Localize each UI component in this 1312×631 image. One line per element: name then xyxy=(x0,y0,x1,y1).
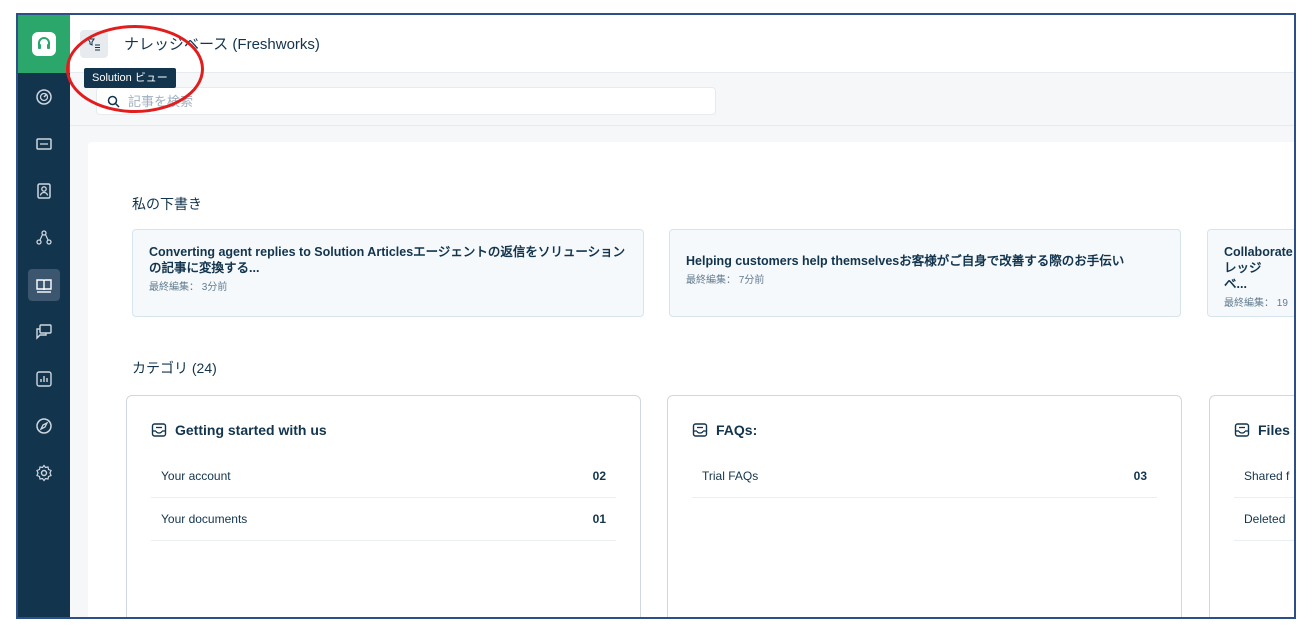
gauge-icon xyxy=(36,88,52,105)
category-title: Files xyxy=(1258,422,1290,438)
category-card[interactable]: FAQs: Trial FAQs 03 xyxy=(667,395,1182,617)
sidebar-item-groups[interactable] xyxy=(18,214,70,261)
drafts-section-title: 私の下書き xyxy=(132,196,202,212)
folder-article-count: 02 xyxy=(592,469,606,483)
draft-title[interactable]: Converting agent replies to Solution Art… xyxy=(149,244,627,276)
sidebar-item-admin[interactable] xyxy=(18,449,70,496)
folder-row[interactable]: Shared f xyxy=(1234,455,1294,498)
archive-box-icon xyxy=(151,423,167,437)
folder-row[interactable]: Trial FAQs 03 xyxy=(692,455,1157,498)
freshdesk-logo[interactable] xyxy=(18,15,70,73)
category-header[interactable]: Files xyxy=(1234,422,1290,438)
draft-card[interactable]: Collaborate レッジベ... 最終編集： 19 xyxy=(1207,229,1294,317)
sidebar-item-forums[interactable] xyxy=(18,308,70,355)
contact-icon xyxy=(37,182,51,199)
sidebar xyxy=(18,15,70,617)
sidebar-item-tickets[interactable] xyxy=(18,120,70,167)
folder-name: Deleted xyxy=(1244,512,1286,526)
chat-icon xyxy=(36,323,52,340)
search-bar-area xyxy=(70,74,1294,126)
folder-name: Your account xyxy=(161,469,231,483)
folder-row[interactable]: Your account 02 xyxy=(151,455,616,498)
sidebar-item-explore[interactable] xyxy=(18,402,70,449)
ticket-icon xyxy=(36,137,52,150)
sidebar-item-reports[interactable] xyxy=(18,355,70,402)
compass-icon xyxy=(36,417,52,434)
sidebar-item-dashboard[interactable] xyxy=(18,73,70,120)
category-card[interactable]: Getting started with us Your account 02 … xyxy=(126,395,641,617)
folder-article-count: 01 xyxy=(592,512,606,526)
search-icon xyxy=(107,95,120,108)
draft-meta: 最終編集： 7分前 xyxy=(686,275,765,286)
category-title: Getting started with us xyxy=(175,422,327,438)
folder-row[interactable]: Deleted xyxy=(1234,498,1294,541)
main-content: 私の下書き Converting agent replies to Soluti… xyxy=(88,142,1294,617)
category-card[interactable]: Files Shared f Deleted xyxy=(1209,395,1294,617)
folder-name: Shared f xyxy=(1244,469,1290,483)
page-title: ナレッジベース (Freshworks) xyxy=(124,36,320,53)
draft-title[interactable]: Collaborate レッジベ... xyxy=(1224,244,1293,292)
folder-name: Your documents xyxy=(161,512,248,526)
folder-row[interactable]: Your documents 01 xyxy=(151,498,616,541)
sidebar-item-solutions[interactable] xyxy=(18,261,70,308)
report-icon xyxy=(36,370,52,387)
category-header[interactable]: Getting started with us xyxy=(151,422,327,438)
top-header: ナレッジベース (Freshworks) xyxy=(70,15,1294,73)
draft-card[interactable]: Converting agent replies to Solution Art… xyxy=(132,229,644,317)
solution-view-toggle-button[interactable] xyxy=(80,29,108,58)
draft-card[interactable]: Helping customers help themselvesお客様がご自身… xyxy=(669,229,1181,317)
draft-title[interactable]: Helping customers help themselvesお客様がご自身… xyxy=(686,253,1164,269)
folder-article-count: 03 xyxy=(1133,469,1147,483)
categories-section-title: カテゴリ (24) xyxy=(132,360,217,376)
draft-meta: 最終編集： 19 xyxy=(1224,298,1288,309)
book-icon xyxy=(36,278,52,293)
category-header[interactable]: FAQs: xyxy=(692,422,757,438)
archive-box-icon xyxy=(692,423,708,437)
app-window: ナレッジベース (Freshworks) Solution ビュー 私の下書き … xyxy=(16,13,1296,619)
search-box[interactable] xyxy=(96,87,716,115)
filter-tree-icon xyxy=(87,38,100,50)
sidebar-item-contacts[interactable] xyxy=(18,167,70,214)
headset-icon xyxy=(32,32,56,56)
gear-icon xyxy=(36,464,52,481)
network-icon xyxy=(36,229,52,245)
solution-view-tooltip: Solution ビュー xyxy=(84,68,176,88)
search-input[interactable] xyxy=(128,93,688,109)
folder-name: Trial FAQs xyxy=(702,469,759,483)
category-title: FAQs: xyxy=(716,422,758,438)
archive-box-icon xyxy=(1234,423,1250,437)
draft-meta: 最終編集： 3分前 xyxy=(149,282,228,293)
